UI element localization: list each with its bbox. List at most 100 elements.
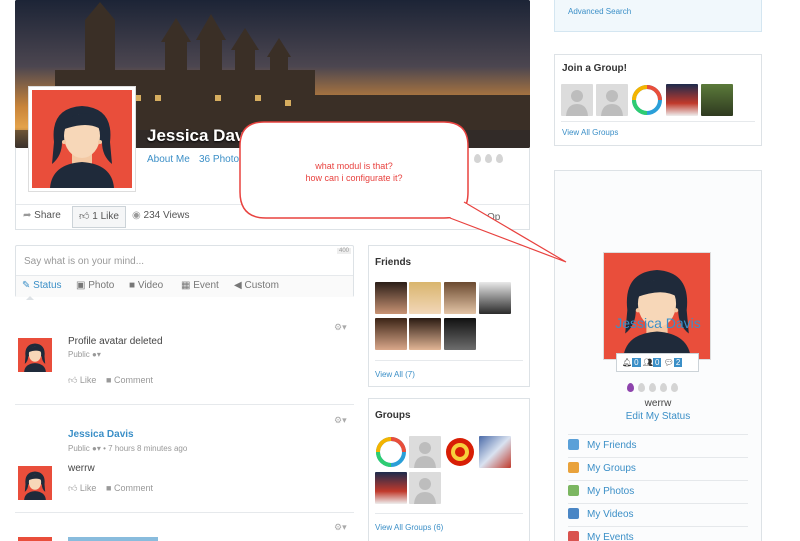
friend-thumb[interactable] bbox=[409, 318, 441, 350]
tab-custom[interactable]: ◀ Custom bbox=[234, 280, 279, 291]
feed-privacy[interactable]: Public ●▾ bbox=[68, 350, 101, 359]
thumbs-up-icon: 👍︎ bbox=[68, 483, 78, 493]
sidebar-status-text: werrw bbox=[644, 398, 672, 409]
groups-view-all-link[interactable]: View All Groups (6) bbox=[375, 523, 443, 532]
like-button[interactable]: 👍︎ 1 Like bbox=[72, 206, 126, 228]
groups-title: Groups bbox=[375, 410, 411, 421]
feed-item-text: Profile avatar deleted bbox=[68, 336, 163, 347]
divider bbox=[375, 360, 523, 361]
sidebar-item-my-friends[interactable]: My Friends bbox=[568, 434, 748, 456]
divider bbox=[15, 404, 354, 405]
tab-status[interactable]: ✎ Status bbox=[22, 280, 62, 291]
eye-icon: ◉ bbox=[132, 210, 141, 221]
feed-meta: Public ●▾ • 7 hours 8 minutes ago bbox=[68, 444, 188, 453]
video-icon bbox=[568, 508, 579, 519]
gear-icon[interactable]: ⚙▾ bbox=[334, 522, 347, 533]
camera-icon: ▣ bbox=[76, 280, 86, 291]
feed-avatar[interactable] bbox=[18, 466, 52, 500]
bell-icon[interactable]: 🔔︎ bbox=[622, 358, 632, 367]
tab-event[interactable]: ▦ Event bbox=[181, 280, 219, 291]
feed-author-link[interactable] bbox=[68, 537, 158, 541]
join-group-title: Join a Group! bbox=[562, 63, 627, 74]
group-thumb[interactable] bbox=[375, 472, 407, 504]
tab-video[interactable]: ■ Video bbox=[129, 280, 163, 291]
tab-about-me[interactable]: About Me bbox=[147, 154, 190, 165]
video-icon: ■ bbox=[129, 280, 136, 291]
tab-caret bbox=[26, 296, 34, 300]
globe-icon: ●▾ bbox=[92, 444, 101, 453]
group-thumb[interactable] bbox=[479, 436, 511, 468]
message-count: 2 bbox=[673, 358, 683, 367]
comment-icon: ■ bbox=[106, 375, 112, 385]
sidebar-item-my-groups[interactable]: My Groups bbox=[568, 457, 748, 479]
group-thumb[interactable] bbox=[409, 472, 441, 504]
sidebar-avatar[interactable] bbox=[603, 252, 711, 360]
tab-photo[interactable]: ▣ Photo bbox=[76, 280, 114, 291]
spark-icon bbox=[660, 383, 667, 392]
group-icon bbox=[568, 462, 579, 473]
views-count: ◉ 234 Views bbox=[132, 210, 190, 221]
group-thumb[interactable] bbox=[375, 436, 407, 468]
advanced-search-link[interactable]: Advanced Search bbox=[568, 7, 631, 16]
annotation-line: what modul is that? bbox=[315, 161, 393, 171]
globe-icon: ●▾ bbox=[92, 350, 101, 359]
groups-widget: Groups View All Groups (6) bbox=[368, 398, 530, 541]
feed-like-button[interactable]: 👍︎ Like bbox=[68, 483, 96, 494]
sidebar-profile-name[interactable]: Jessica Davis bbox=[554, 315, 762, 331]
annotation-line: how can i configurate it? bbox=[305, 173, 403, 183]
search-panel: Advanced Search bbox=[554, 0, 762, 32]
feed-item-text: werrw bbox=[68, 463, 95, 474]
spark-icon bbox=[638, 383, 645, 392]
divider bbox=[15, 512, 354, 513]
feed-avatar[interactable] bbox=[18, 537, 52, 541]
sidebar-sparks bbox=[627, 383, 682, 395]
friend-thumb[interactable] bbox=[444, 318, 476, 350]
photo-icon bbox=[568, 485, 579, 496]
group-thumb[interactable] bbox=[444, 436, 476, 468]
sidebar-item-my-photos[interactable]: My Photos bbox=[568, 480, 748, 502]
spark-icon bbox=[671, 383, 678, 392]
friend-thumb[interactable] bbox=[444, 282, 476, 314]
annotation-bubble bbox=[239, 121, 567, 263]
profile-avatar-frame bbox=[28, 86, 136, 192]
group-thumb[interactable] bbox=[666, 84, 698, 116]
group-thumb[interactable] bbox=[631, 84, 663, 116]
sidebar-item-my-events[interactable]: My Events bbox=[568, 526, 748, 541]
group-thumb[interactable] bbox=[701, 84, 733, 116]
friends-icon[interactable]: 👥︎ bbox=[643, 358, 653, 367]
share-button[interactable]: ➦ Share bbox=[17, 206, 67, 228]
annotation-text: what modul is that? how can i configurat… bbox=[240, 160, 468, 184]
share-icon: ➦ bbox=[23, 210, 32, 221]
calendar-icon bbox=[568, 531, 579, 541]
gear-icon[interactable]: ⚙▾ bbox=[334, 415, 347, 426]
status-input[interactable]: Say what is on your mind... bbox=[24, 256, 144, 267]
tab-photos[interactable]: 36 Photo bbox=[199, 154, 239, 165]
group-thumb[interactable] bbox=[561, 84, 593, 116]
comment-icon: ■ bbox=[106, 483, 112, 493]
thumbs-up-icon: 👍︎ bbox=[68, 375, 78, 385]
edit-status-link[interactable]: Edit My Status bbox=[554, 411, 762, 422]
friends-view-all-link[interactable]: View All (7) bbox=[375, 370, 415, 379]
calendar-icon: ▦ bbox=[181, 280, 191, 291]
feed-comment-button[interactable]: ■ Comment bbox=[106, 483, 153, 493]
friend-thumb[interactable] bbox=[479, 282, 511, 314]
feed-comment-button[interactable]: ■ Comment bbox=[106, 375, 153, 385]
sidebar-item-my-videos[interactable]: My Videos bbox=[568, 503, 748, 525]
feed-like-button[interactable]: 👍︎ Like bbox=[68, 375, 96, 386]
friend-thumb[interactable] bbox=[375, 318, 407, 350]
feed-author-link[interactable]: Jessica Davis bbox=[68, 429, 134, 440]
friend-request-count: 0 bbox=[653, 358, 662, 367]
group-thumb[interactable] bbox=[596, 84, 628, 116]
friend-thumb[interactable] bbox=[409, 282, 441, 314]
notification-counters: 🔔︎ 0 👥︎ 0 💬︎ 2 bbox=[616, 353, 699, 372]
divider bbox=[561, 121, 755, 122]
chat-icon[interactable]: 💬︎ bbox=[664, 358, 674, 367]
megaphone-icon: ◀ bbox=[234, 280, 242, 291]
group-thumb[interactable] bbox=[409, 436, 441, 468]
gear-icon[interactable]: ⚙▾ bbox=[334, 322, 347, 333]
profile-avatar[interactable] bbox=[32, 90, 132, 188]
divider bbox=[375, 513, 523, 514]
notification-count: 0 bbox=[632, 358, 641, 367]
friend-thumb[interactable] bbox=[375, 282, 407, 314]
feed-avatar[interactable] bbox=[18, 338, 52, 372]
